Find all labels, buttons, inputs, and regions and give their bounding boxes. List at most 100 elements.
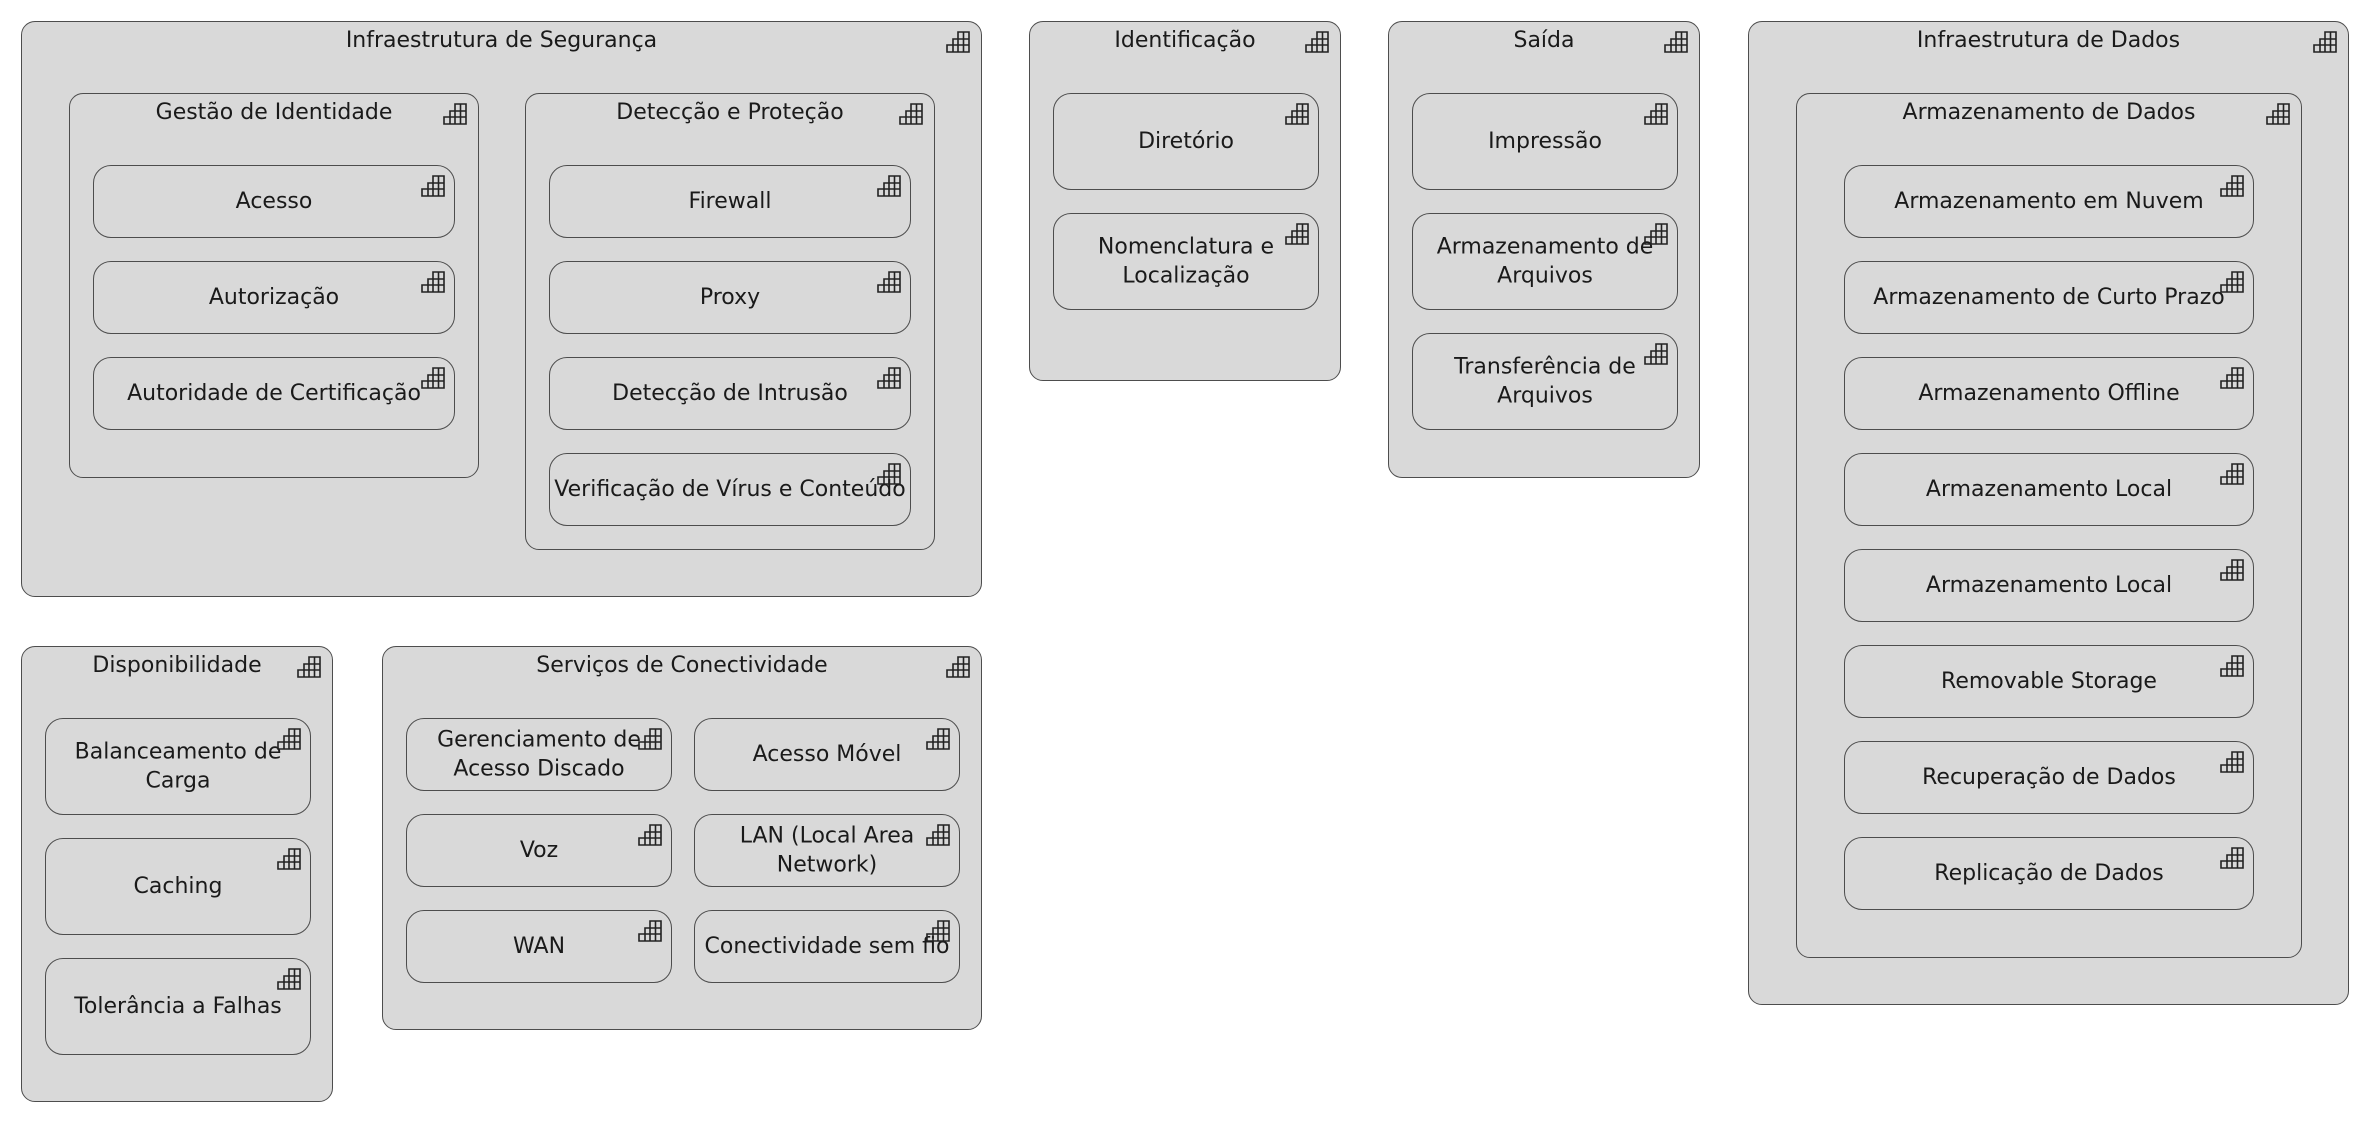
component-armazenamento-arquivos[interactable]: Armazenamento de Arquivos xyxy=(1412,213,1678,310)
component-verificacao-virus[interactable]: Verificação de Vírus e Conteúdo xyxy=(549,453,911,526)
group-infraestrutura-dados: Infraestrutura de Dados Armazenamento de… xyxy=(1748,21,2349,1005)
component-grid-icon xyxy=(2220,367,2244,389)
component-transferencia-arquivos[interactable]: Transferência de Arquivos xyxy=(1412,333,1678,430)
component-grid-icon xyxy=(877,463,901,485)
component-proxy[interactable]: Proxy xyxy=(549,261,911,334)
component-lan[interactable]: LAN (Local Area Network) xyxy=(694,814,960,887)
component-grid-icon xyxy=(277,848,301,870)
component-balanceamento-carga[interactable]: Balanceamento de Carga xyxy=(45,718,311,815)
component-grid-icon xyxy=(638,920,662,942)
component-replicacao-dados[interactable]: Replicação de Dados xyxy=(1844,837,2254,910)
component-recuperacao-dados[interactable]: Recuperação de Dados xyxy=(1844,741,2254,814)
component-grid-icon xyxy=(899,103,923,125)
component-label: WAN xyxy=(512,933,566,959)
component-grid-icon xyxy=(946,656,970,678)
component-label: Gerenciamento de Acesso Discado xyxy=(437,726,641,782)
group-armazenamento-dados: Armazenamento de Dados Armazenamento em … xyxy=(1796,93,2302,958)
component-grid-icon xyxy=(1644,343,1668,365)
component-label: Caching xyxy=(133,873,223,899)
component-armazenamento-curto-prazo[interactable]: Armazenamento de Curto Prazo xyxy=(1844,261,2254,334)
component-grid-icon xyxy=(638,824,662,846)
component-grid-icon xyxy=(1305,31,1329,53)
component-grid-icon xyxy=(946,31,970,53)
component-grid-icon xyxy=(421,367,445,389)
group-title: Infraestrutura de Dados xyxy=(1916,28,2181,53)
component-autoridade-certificacao[interactable]: Autoridade de Certificação xyxy=(93,357,455,430)
component-label: Armazenamento Local xyxy=(1925,572,2173,598)
component-label: Armazenamento de Curto Prazo xyxy=(1873,284,2225,310)
component-grid-icon xyxy=(297,656,321,678)
group-title: Gestão de Identidade xyxy=(155,100,393,125)
component-firewall[interactable]: Firewall xyxy=(549,165,911,238)
group-title: Serviços de Conectividade xyxy=(536,653,828,678)
component-conectividade-sem-fio[interactable]: Conectividade sem fio xyxy=(694,910,960,983)
component-grid-icon xyxy=(2220,655,2244,677)
group-disponibilidade: Disponibilidade Balanceamento de Carga Ca… xyxy=(21,646,333,1102)
component-acesso-movel[interactable]: Acesso Móvel xyxy=(694,718,960,791)
component-grid-icon xyxy=(2220,751,2244,773)
component-grid-icon xyxy=(877,367,901,389)
component-grid-icon xyxy=(421,175,445,197)
component-armazenamento-nuvem[interactable]: Armazenamento em Nuvem xyxy=(1844,165,2254,238)
component-acesso[interactable]: Acesso xyxy=(93,165,455,238)
component-grid-icon xyxy=(2220,271,2244,293)
component-armazenamento-offline[interactable]: Armazenamento Offline xyxy=(1844,357,2254,430)
component-label: Balanceamento de Carga xyxy=(74,738,282,794)
component-grid-icon xyxy=(443,103,467,125)
group-servicos-conectividade: Serviços de Conectividade Gerenciamento … xyxy=(382,646,982,1030)
component-nomenclatura-localizacao[interactable]: Nomenclatura e Localização xyxy=(1053,213,1319,310)
component-label: Diretório xyxy=(1138,128,1234,154)
component-grid-icon xyxy=(2220,175,2244,197)
component-diretorio[interactable]: Diretório xyxy=(1053,93,1319,190)
component-armazenamento-local[interactable]: Armazenamento Local xyxy=(1844,453,2254,526)
component-label: Firewall xyxy=(688,188,772,214)
component-grid-icon xyxy=(1285,223,1309,245)
component-label: Acesso Móvel xyxy=(752,741,902,767)
component-armazenamento-local-2[interactable]: Armazenamento Local xyxy=(1844,549,2254,622)
component-gerenciamento-acesso-discado[interactable]: Gerenciamento de Acesso Discado xyxy=(406,718,672,791)
component-impressao[interactable]: Impressão xyxy=(1412,93,1678,190)
component-tolerancia-falhas[interactable]: Tolerância a Falhas xyxy=(45,958,311,1055)
component-label: Proxy xyxy=(699,284,761,310)
group-title: Infraestrutura de Segurança xyxy=(345,28,658,53)
component-wan[interactable]: WAN xyxy=(406,910,672,983)
component-grid-icon xyxy=(926,728,950,750)
component-grid-icon xyxy=(638,728,662,750)
component-label: Impressão xyxy=(1488,128,1602,154)
component-autorizacao[interactable]: Autorização xyxy=(93,261,455,334)
component-grid-icon xyxy=(2313,31,2337,53)
component-removable-storage[interactable]: Removable Storage xyxy=(1844,645,2254,718)
component-grid-icon xyxy=(2220,559,2244,581)
group-title: Saída xyxy=(1513,28,1575,53)
component-voz[interactable]: Voz xyxy=(406,814,672,887)
component-deteccao-intrusao[interactable]: Detecção de Intrusão xyxy=(549,357,911,430)
component-label: Verificação de Vírus e Conteúdo xyxy=(554,476,906,502)
component-label: LAN (Local Area Network) xyxy=(739,822,915,878)
component-grid-icon xyxy=(277,728,301,750)
component-label: Armazenamento de Arquivos xyxy=(1436,233,1654,289)
group-title: Detecção e Proteção xyxy=(616,100,844,125)
component-label: Recuperação de Dados xyxy=(1922,764,2176,790)
component-grid-icon xyxy=(1664,31,1688,53)
component-grid-icon xyxy=(2220,463,2244,485)
component-grid-icon xyxy=(877,271,901,293)
component-label: Nomenclatura e Localização xyxy=(1097,233,1275,289)
component-grid-icon xyxy=(1644,223,1668,245)
group-title: Identificação xyxy=(1114,28,1256,53)
component-label: Armazenamento Offline xyxy=(1918,380,2180,406)
component-label: Replicação de Dados xyxy=(1934,860,2164,886)
component-label: Removable Storage xyxy=(1941,668,2157,694)
component-label: Armazenamento Local xyxy=(1925,476,2173,502)
component-grid-icon xyxy=(2266,103,2290,125)
component-label: Transferência de Arquivos xyxy=(1454,353,1636,409)
component-caching[interactable]: Caching xyxy=(45,838,311,935)
component-label: Autorização xyxy=(208,284,340,310)
group-deteccao-protecao: Detecção e Proteção Firewall Proxy Detec… xyxy=(525,93,935,550)
component-label: Autoridade de Certificação xyxy=(127,380,421,406)
group-saida: Saída Impressão Armazenamento de Arquivos… xyxy=(1388,21,1700,478)
component-label: Detecção de Intrusão xyxy=(612,380,848,406)
component-label: Tolerância a Falhas xyxy=(74,993,282,1019)
component-grid-icon xyxy=(877,175,901,197)
component-grid-icon xyxy=(926,920,950,942)
group-title: Armazenamento de Dados xyxy=(1902,100,2196,125)
